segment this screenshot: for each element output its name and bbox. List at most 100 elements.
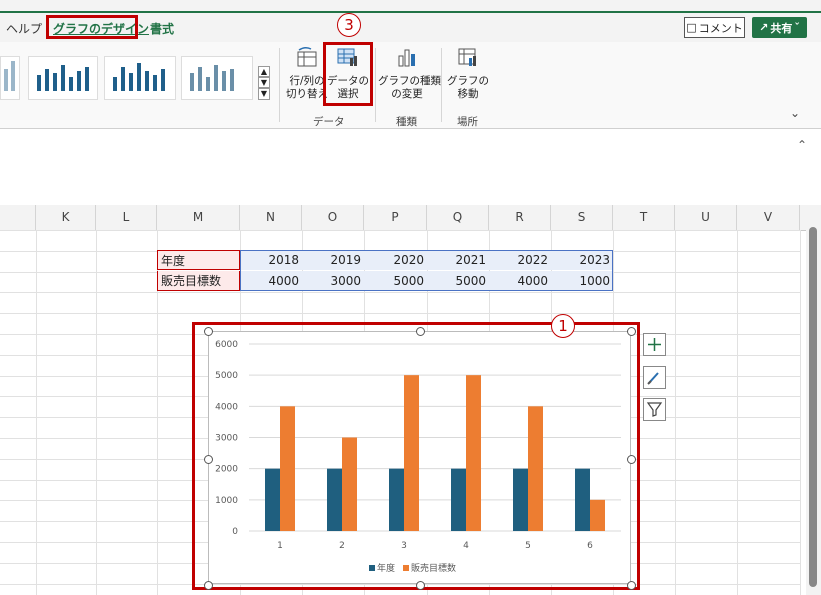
resize-handle[interactable] [204, 455, 213, 464]
gallery-expand[interactable]: ▼ [258, 88, 270, 100]
bar-sales-target [404, 375, 419, 531]
chart-style-thumb[interactable] [104, 56, 176, 100]
gridline [0, 313, 800, 314]
resize-handle[interactable] [416, 581, 425, 590]
vertical-scrollbar[interactable] [806, 205, 821, 595]
data-range-border [240, 250, 613, 291]
change-chart-type-label: グラフの種類 の変更 [378, 75, 441, 100]
move-chart-icon [458, 48, 476, 66]
column-header-k[interactable]: K [36, 205, 96, 230]
step-marker-1: 1 [551, 314, 575, 338]
ribbon-collapse-chevron-icon[interactable]: ⌄ [790, 106, 800, 120]
y-tick-label: 5000 [215, 371, 238, 381]
chevron-down-icon: ˇ [794, 21, 800, 34]
chart-svg: 0 1000 2000 3000 4000 5000 6000 1 2 3 4 5 6 年度 販売目標数 [215, 340, 621, 574]
resize-handle[interactable] [627, 327, 636, 336]
y-tick-label: 1000 [215, 496, 238, 506]
cell-label-target[interactable]: 販売目標数 [157, 271, 240, 291]
bar-sales-target [466, 375, 481, 531]
column-header-n[interactable]: N [240, 205, 302, 230]
highlight-box-select-data [323, 42, 373, 106]
column-header-m[interactable]: M [157, 205, 240, 230]
chart-style-thumb[interactable] [28, 56, 98, 100]
change-chart-type-icon [398, 49, 415, 67]
y-tick-label: 3000 [215, 434, 238, 444]
bar-sales-target [280, 406, 295, 531]
chart-style-thumb[interactable] [181, 56, 253, 100]
gridline [800, 230, 801, 595]
comment-icon: □ [686, 21, 697, 34]
move-chart-button[interactable]: グラフの 移動 [446, 46, 490, 101]
bar-sales-target [590, 499, 605, 531]
column-header-bar: K L M N O P Q R S T U V [0, 205, 806, 231]
share-icon: ↗ [759, 21, 769, 34]
gridline [675, 230, 676, 595]
ribbon-tab-bar: ヘルプ グラフのデザイン 書式 □ コメント ↗ 共有 ˇ [0, 0, 821, 42]
chart-filters-button[interactable] [643, 398, 666, 421]
bar-year [389, 468, 404, 531]
column-header-s[interactable]: S [551, 205, 613, 230]
y-tick-label: 4000 [215, 402, 238, 412]
scroll-thumb[interactable] [809, 227, 817, 587]
gridline [36, 230, 37, 595]
data-range: 年度 販売目標数 2018 2019 2020 2021 2022 2023 4… [157, 250, 614, 292]
x-tick-label: 4 [463, 541, 469, 551]
resize-handle[interactable] [204, 327, 213, 336]
share-label: 共有 [770, 21, 793, 35]
cell-label-year[interactable]: 年度 [157, 250, 240, 270]
legend-swatch [403, 565, 409, 571]
switch-row-column-button[interactable]: 行/列の 切り替え [286, 46, 328, 101]
bar-year [575, 468, 590, 531]
y-tick-label: 0 [232, 527, 238, 537]
move-chart-label: グラフの 移動 [447, 75, 489, 100]
column-header-l[interactable]: L [96, 205, 157, 230]
comment-button[interactable]: □ コメント [684, 17, 745, 38]
x-tick-label: 3 [401, 541, 407, 551]
bar-sales-target [342, 437, 357, 531]
gallery-scroll-up[interactable]: ▲ [258, 66, 270, 77]
column-header-r[interactable]: R [489, 205, 551, 230]
bar-year [265, 468, 280, 531]
x-tick-label: 5 [525, 541, 531, 551]
chart-style-thumb[interactable] [0, 56, 20, 100]
resize-handle[interactable] [627, 581, 636, 590]
column-header-o[interactable]: O [302, 205, 364, 230]
bar-year [451, 468, 466, 531]
switch-row-column-icon [297, 46, 317, 67]
x-tick-label: 1 [277, 541, 283, 551]
highlight-box-tab [46, 15, 138, 39]
comment-label: コメント [698, 21, 743, 35]
column-header-t[interactable]: T [613, 205, 675, 230]
gridline [0, 292, 800, 293]
resize-handle[interactable] [627, 455, 636, 464]
step-marker-3: 3 [337, 13, 361, 37]
gallery-scroll-down[interactable]: ▼ [258, 77, 270, 88]
column-header-v[interactable]: V [737, 205, 800, 230]
column-header-q[interactable]: Q [427, 205, 489, 230]
legend-label: 販売目標数 [411, 562, 456, 574]
gridline [96, 230, 97, 595]
column-header-p[interactable]: P [364, 205, 427, 230]
bar-year [513, 468, 528, 531]
resize-handle[interactable] [416, 327, 425, 336]
group-label-location: 場所 [457, 116, 478, 128]
share-button[interactable]: ↗ 共有 ˇ [752, 17, 807, 38]
resize-handle[interactable] [204, 581, 213, 590]
accent-line [0, 11, 821, 13]
y-tick-label: 2000 [215, 465, 238, 475]
chart-styles-button[interactable] [643, 366, 666, 389]
gridline [0, 230, 800, 231]
column-header[interactable] [0, 205, 36, 230]
y-tick-label: 6000 [215, 340, 238, 350]
separator [441, 48, 442, 122]
legend-swatch [369, 565, 375, 571]
plus-icon [648, 338, 661, 351]
tab-format[interactable]: 書式 [150, 20, 174, 37]
separator [375, 48, 376, 122]
column-header-u[interactable]: U [675, 205, 737, 230]
change-chart-type-button[interactable]: グラフの種類 の変更 [378, 46, 441, 101]
tab-help[interactable]: ヘルプ [6, 20, 42, 37]
chart-elements-button[interactable] [643, 333, 666, 356]
chevron-up-icon[interactable]: ⌃ [797, 138, 807, 152]
chart-area[interactable]: 0 1000 2000 3000 4000 5000 6000 1 2 3 4 5 6 年度 販売目標数 [208, 331, 631, 584]
